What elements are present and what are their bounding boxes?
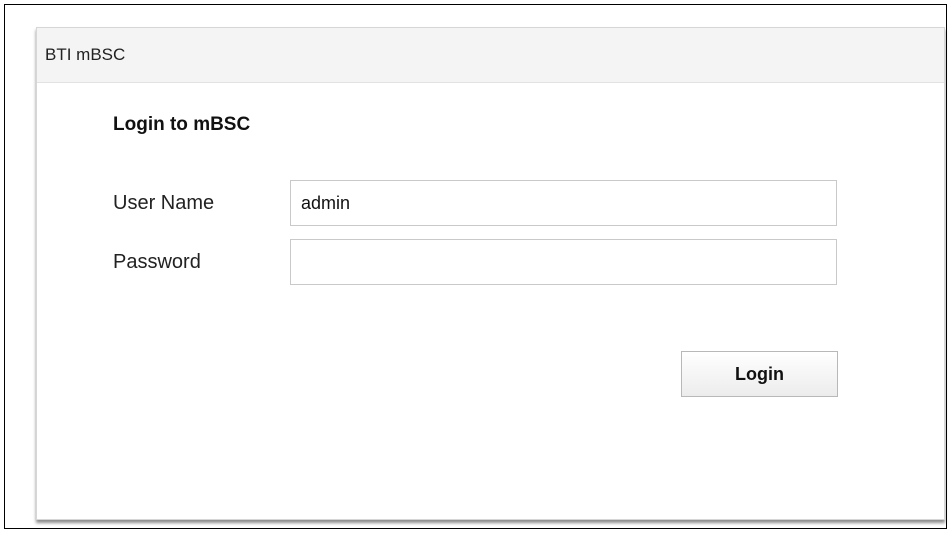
panel-title: BTI mBSC bbox=[45, 45, 126, 64]
window-frame: BTI mBSC Login to mBSC User Name Passwor… bbox=[4, 4, 947, 529]
password-label: Password bbox=[113, 251, 201, 273]
username-label: User Name bbox=[113, 192, 215, 214]
panel-header: BTI mBSC bbox=[37, 28, 944, 83]
login-panel: BTI mBSC Login to mBSC User Name Passwor… bbox=[36, 27, 945, 520]
login-button[interactable]: Login bbox=[681, 351, 838, 397]
username-input[interactable] bbox=[290, 180, 837, 226]
password-input[interactable] bbox=[290, 239, 837, 285]
form-heading: Login to mBSC bbox=[113, 114, 251, 135]
